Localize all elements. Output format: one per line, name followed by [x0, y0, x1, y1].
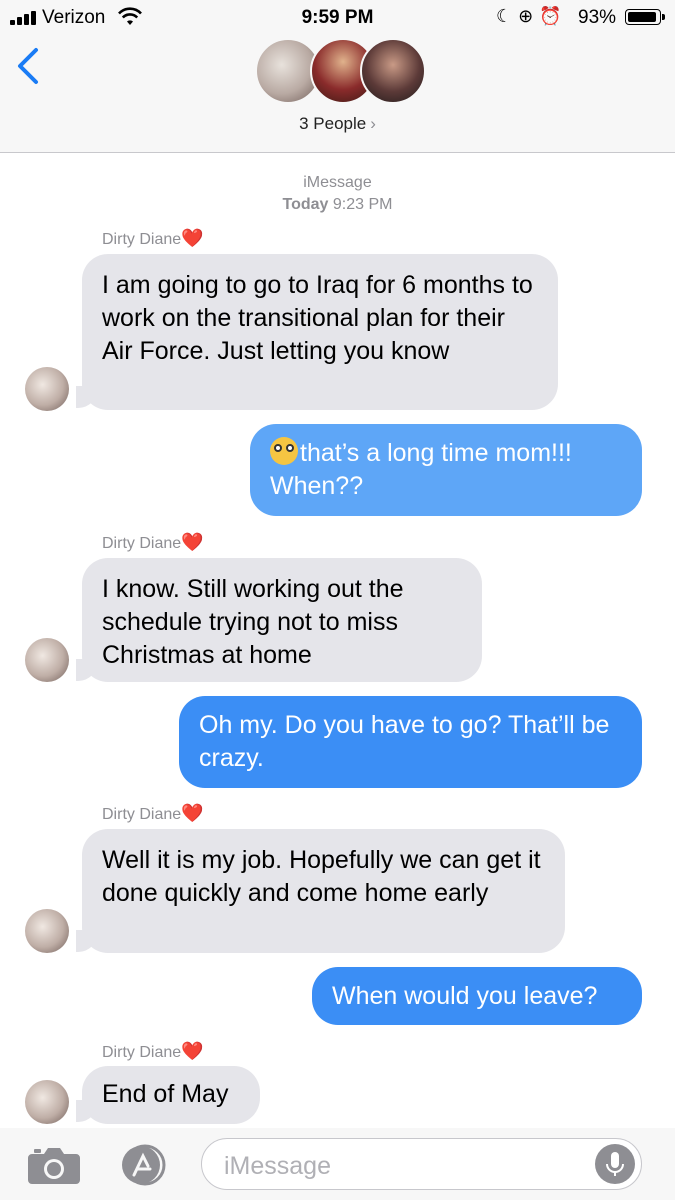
message-text: I am going to go to Iraq for 6 months to…	[102, 271, 533, 365]
heart-emoji-icon: ❤️	[181, 1041, 204, 1061]
message-text: Oh my. Do you have to go? That’ll be cra…	[199, 711, 610, 772]
timestamp: Today 9:23 PM	[0, 196, 675, 214]
message-bubble-outgoing[interactable]: When would you leave?	[312, 967, 642, 1025]
clock: 9:59 PM	[301, 7, 374, 28]
group-details-link[interactable]: 3 People ›	[0, 114, 675, 134]
conversation-header: Verizon 9:59 PM ☾⊕⏰ 93% 3 People ›	[0, 0, 675, 153]
battery-percentage: 93%	[578, 7, 617, 28]
alarm-icon: ⏰	[539, 6, 568, 26]
people-count-label: 3 People	[299, 114, 367, 133]
message-text: Well it is my job. Hopefully we can get …	[102, 846, 541, 907]
message-text: that’s a long time mom!!! When??	[270, 439, 572, 500]
heart-emoji-icon: ❤️	[181, 803, 204, 823]
sender-name: Dirty Diane❤️	[102, 228, 204, 248]
avatar	[25, 909, 69, 953]
chevron-right-icon: ›	[370, 114, 376, 133]
message-bubble-outgoing[interactable]: Oh my. Do you have to go? That’ll be cra…	[179, 696, 642, 788]
microphone-icon[interactable]	[595, 1144, 635, 1184]
message-field	[201, 1138, 642, 1190]
avatar	[360, 38, 426, 104]
sender-name: Dirty Diane❤️	[102, 1041, 204, 1061]
service-label: iMessage	[303, 174, 372, 191]
compose-bar	[0, 1128, 675, 1200]
message-bubble-incoming[interactable]: End of May	[82, 1066, 260, 1124]
group-avatars[interactable]	[255, 38, 426, 108]
status-bar: Verizon 9:59 PM ☾⊕⏰ 93%	[0, 0, 675, 36]
message-text: End of May	[102, 1080, 229, 1108]
battery-icon	[625, 9, 661, 25]
message-bubble-outgoing[interactable]: that’s a long time mom!!! When??	[250, 424, 642, 516]
message-text: When would you leave?	[332, 982, 598, 1010]
flushed-face-emoji-icon	[270, 437, 298, 465]
sender-name: Dirty Diane❤️	[102, 532, 204, 552]
heart-emoji-icon: ❤️	[181, 532, 204, 552]
back-chevron-icon[interactable]	[14, 46, 44, 86]
heart-emoji-icon: ❤️	[181, 228, 204, 248]
app-store-icon[interactable]	[115, 1144, 171, 1186]
message-bubble-incoming[interactable]: Well it is my job. Hopefully we can get …	[82, 829, 565, 953]
rotation-lock-icon: ⊕	[518, 6, 540, 26]
camera-icon[interactable]	[26, 1144, 82, 1186]
message-input[interactable]	[222, 1150, 586, 1182]
sender-name: Dirty Diane❤️	[102, 803, 204, 823]
moon-icon: ☾	[496, 6, 519, 26]
message-bubble-incoming[interactable]: I know. Still working out the schedule t…	[82, 558, 482, 682]
avatar	[25, 1080, 69, 1124]
avatar	[25, 638, 69, 682]
timestamp-time: 9:23 PM	[332, 196, 393, 213]
message-bubble-incoming[interactable]: I am going to go to Iraq for 6 months to…	[82, 254, 558, 410]
timestamp-day: Today	[282, 196, 329, 213]
avatar	[25, 367, 69, 411]
message-text: I know. Still working out the schedule t…	[102, 575, 404, 669]
